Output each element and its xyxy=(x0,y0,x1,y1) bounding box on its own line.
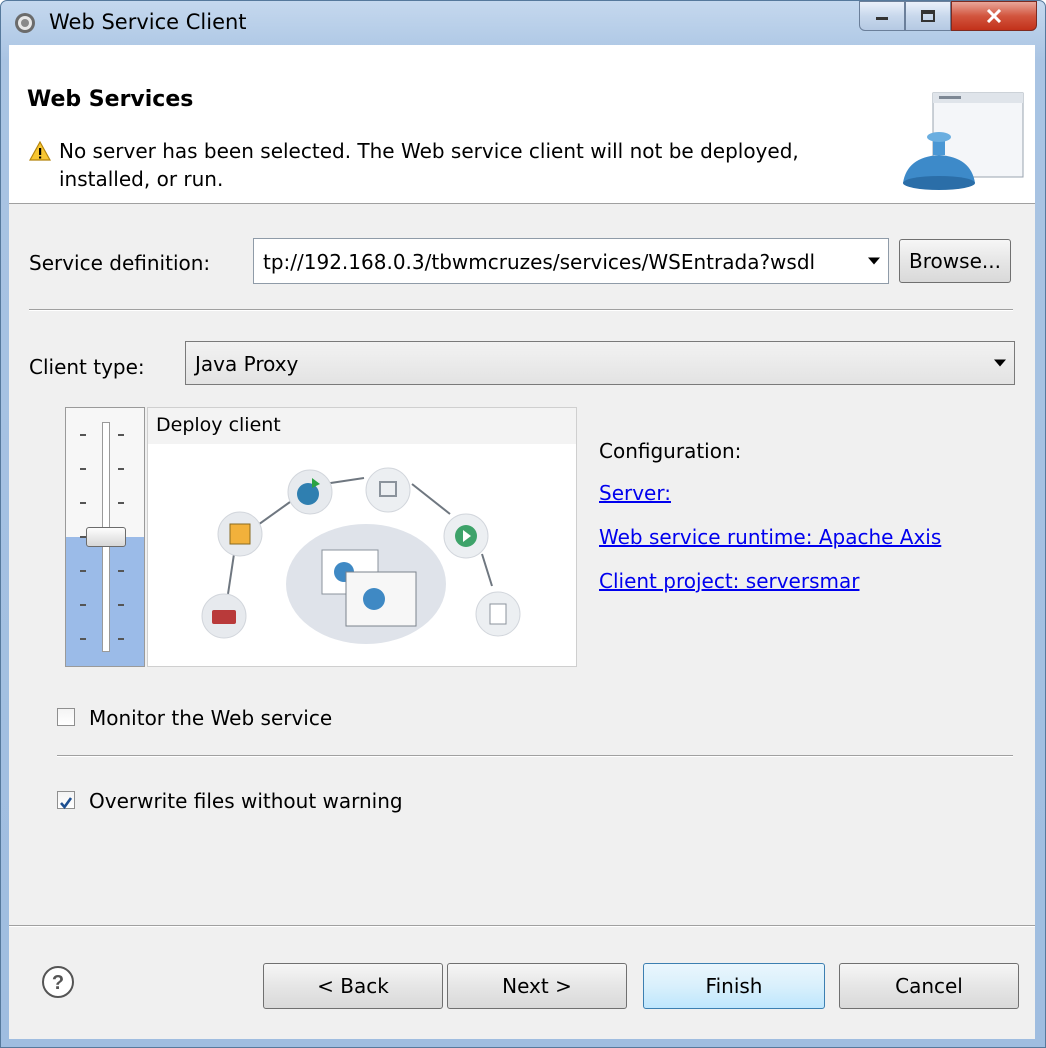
slider-tick xyxy=(118,468,124,470)
slider-tick xyxy=(118,638,124,640)
page-title: Web Services xyxy=(27,87,194,112)
deploy-illustration: Deploy client xyxy=(147,407,577,667)
service-definition-combo[interactable]: tp://192.168.0.3/tbwmcruzes/services/WSE… xyxy=(253,238,889,284)
stage-header: Deploy client xyxy=(148,408,576,444)
caption-buttons xyxy=(859,1,1037,31)
checkmark-icon xyxy=(60,797,73,810)
minimize-button[interactable] xyxy=(859,1,905,31)
slider-tick xyxy=(80,570,86,572)
cancel-button-label: Cancel xyxy=(895,974,963,998)
help-icon[interactable]: ? xyxy=(41,965,75,999)
banner-message: No server has been selected. The Web ser… xyxy=(59,139,799,191)
separator xyxy=(57,755,1013,757)
overwrite-label[interactable]: Overwrite files without warning xyxy=(89,789,403,813)
button-bar-separator xyxy=(9,925,1035,927)
next-button-label: Next > xyxy=(502,974,572,998)
dialog-window: Web Service Client Web Services No serve… xyxy=(0,0,1046,1048)
back-button-label: < Back xyxy=(317,974,389,998)
slider-tick xyxy=(80,468,86,470)
finish-button-label: Finish xyxy=(705,974,763,998)
close-button[interactable] xyxy=(951,1,1037,31)
server-link[interactable]: Server: xyxy=(599,481,671,505)
monitor-checkbox[interactable] xyxy=(57,708,75,726)
slider-tick xyxy=(80,638,86,640)
maximize-button[interactable] xyxy=(905,1,951,31)
client-type-combo[interactable]: Java Proxy xyxy=(185,341,1015,385)
title-bar[interactable]: Web Service Client xyxy=(1,1,1045,45)
chevron-down-icon[interactable] xyxy=(994,359,1006,367)
back-button[interactable]: < Back xyxy=(263,963,443,1009)
slider-tick xyxy=(118,604,124,606)
overwrite-checkbox[interactable] xyxy=(57,791,75,810)
slider-tick xyxy=(80,604,86,606)
slider-thumb[interactable] xyxy=(86,527,126,547)
cancel-button[interactable]: Cancel xyxy=(839,963,1019,1009)
deploy-diagram-icon xyxy=(201,467,521,644)
slider-tick xyxy=(118,570,124,572)
close-icon xyxy=(986,9,1002,23)
dialog-body: Web Services No server has been selected… xyxy=(9,45,1035,1039)
app-icon xyxy=(15,13,35,33)
deployment-level-slider[interactable] xyxy=(65,407,145,667)
maximize-icon xyxy=(921,10,935,22)
minimize-icon xyxy=(876,17,888,20)
stage-label: Deploy client xyxy=(156,414,281,436)
wizard-banner-image xyxy=(903,92,1024,190)
browse-button-label: Browse... xyxy=(909,249,1001,273)
separator xyxy=(29,309,1013,311)
slider-tick xyxy=(80,434,86,436)
configuration-heading: Configuration: xyxy=(599,439,742,463)
next-button[interactable]: Next > xyxy=(447,963,627,1009)
slider-tick xyxy=(118,502,124,504)
service-definition-value[interactable]: tp://192.168.0.3/tbwmcruzes/services/WSE… xyxy=(263,250,815,274)
monitor-label[interactable]: Monitor the Web service xyxy=(89,706,332,730)
client-type-value[interactable]: Java Proxy xyxy=(195,352,298,376)
runtime-link[interactable]: Web service runtime: Apache Axis xyxy=(599,525,941,549)
warning-icon xyxy=(29,141,51,161)
wizard-banner: Web Services No server has been selected… xyxy=(9,45,1035,204)
slider-tick xyxy=(118,434,124,436)
browse-button[interactable]: Browse... xyxy=(899,239,1011,283)
chevron-down-icon[interactable] xyxy=(868,257,880,265)
finish-button[interactable]: Finish xyxy=(643,963,825,1009)
window-title: Web Service Client xyxy=(49,10,247,34)
service-definition-label: Service definition: xyxy=(29,251,211,275)
client-project-link[interactable]: Client project: serversmar xyxy=(599,569,859,593)
client-type-label: Client type: xyxy=(29,355,145,379)
slider-tick xyxy=(80,502,86,504)
svg-text:?: ? xyxy=(52,972,64,994)
